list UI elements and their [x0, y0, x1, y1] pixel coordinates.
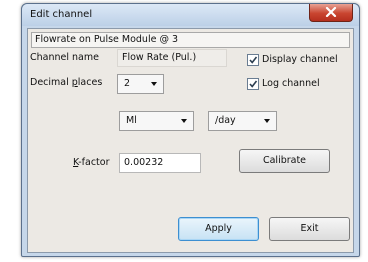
display-channel-label: Display channel [262, 54, 338, 65]
checkmark-icon [249, 80, 258, 88]
channel-name-label: Channel name [30, 52, 99, 63]
unit-value: Ml [126, 115, 137, 126]
channel-name-field[interactable]: Flow Rate (Pul.) [117, 49, 227, 67]
edit-channel-dialog: Edit channel Flowrate on Pulse Module @ … [21, 3, 360, 257]
decimal-places-label-part2: laces [77, 77, 103, 88]
decimal-places-label-part1: Decimal [30, 77, 72, 88]
close-button[interactable] [309, 4, 353, 22]
kfactor-field[interactable]: 0.00232 [119, 153, 201, 173]
log-channel-label: Log channel [262, 78, 320, 89]
decimal-places-label: Decimal places [30, 77, 102, 88]
rate-value: /day [215, 115, 236, 126]
log-channel-checkbox-box[interactable] [247, 78, 259, 90]
kfactor-label-rest: -factor [78, 157, 110, 168]
exit-button[interactable]: Exit [269, 217, 350, 241]
checkmark-icon [249, 56, 258, 64]
title-bar[interactable]: Edit channel [22, 4, 359, 26]
channel-source-text: Flowrate on Pulse Module @ 3 [35, 34, 179, 45]
rate-dropdown[interactable]: /day [208, 111, 277, 131]
decimal-places-dropdown[interactable]: 2 [117, 74, 164, 94]
channel-name-value: Flow Rate (Pul.) [122, 52, 197, 63]
decimal-places-value: 2 [124, 78, 131, 89]
channel-source-header: Flowrate on Pulse Module @ 3 [31, 32, 350, 48]
chevron-down-icon [181, 119, 187, 123]
close-icon [325, 7, 337, 17]
apply-button[interactable]: Apply [178, 217, 259, 241]
dialog-body: Flowrate on Pulse Module @ 3 Channel nam… [27, 28, 354, 253]
unit-dropdown[interactable]: Ml [119, 111, 194, 131]
chevron-down-icon [264, 119, 270, 123]
kfactor-label: K-factor [73, 157, 110, 168]
chevron-down-icon [151, 82, 157, 86]
calibrate-button[interactable]: Calibrate [239, 149, 330, 173]
kfactor-value: 0.00232 [124, 157, 164, 168]
window-title: Edit channel [30, 9, 93, 20]
display-channel-checkbox-box[interactable] [247, 54, 259, 66]
